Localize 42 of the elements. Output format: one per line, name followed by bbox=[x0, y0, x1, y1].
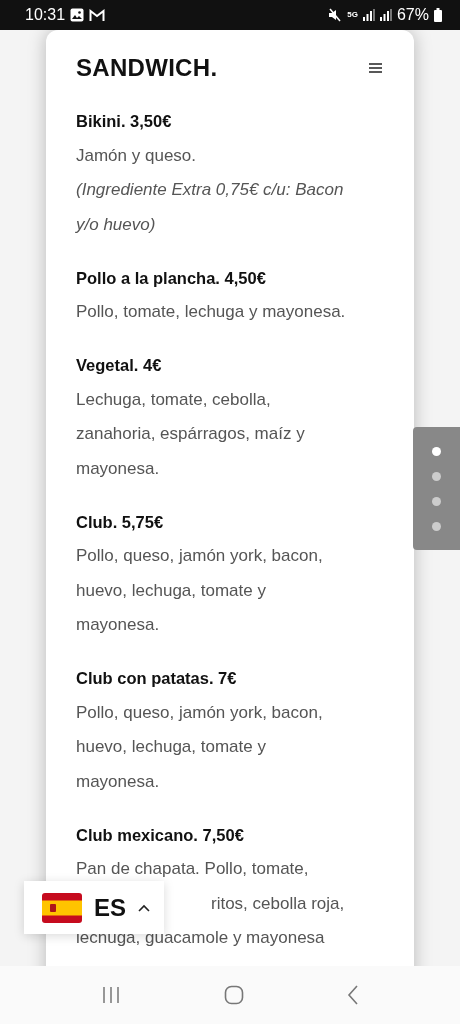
recent-apps-icon[interactable] bbox=[101, 986, 122, 1004]
home-icon[interactable] bbox=[224, 985, 244, 1005]
item-description: mayonesa. bbox=[76, 770, 160, 793]
caret-icon bbox=[138, 903, 150, 912]
item-title: Pollo a la plancha. 4,50€ bbox=[76, 267, 267, 289]
item-description: zanahoria, espárragos, maíz y bbox=[76, 423, 305, 445]
mute-icon bbox=[328, 8, 343, 22]
mail-icon bbox=[89, 8, 106, 22]
item-title: Bikini. 3,50€ bbox=[76, 111, 173, 132]
item-description: Pollo, queso, jamón york, bacon, bbox=[76, 701, 323, 724]
flag-icon bbox=[42, 892, 82, 923]
item-title: Club con patatas. 7€ bbox=[76, 668, 238, 689]
item-description: huevo, lechuga, tomate y bbox=[76, 579, 266, 602]
item-description: huevo, lechuga, tomate y bbox=[76, 736, 266, 758]
pager-dot[interactable] bbox=[432, 496, 441, 506]
item-description: Pollo, tomate, lechuga y mayonesa. bbox=[76, 301, 346, 323]
item-description: Pollo, queso, jamón york, bacon, bbox=[76, 545, 323, 567]
menu-icon[interactable] bbox=[369, 63, 382, 73]
pager-dot[interactable] bbox=[432, 471, 441, 481]
item-description: mayonesa. bbox=[76, 614, 160, 636]
back-icon[interactable] bbox=[346, 985, 359, 1005]
item-description: y/o huevo) bbox=[76, 213, 156, 236]
battery-percent: 67% bbox=[396, 6, 429, 24]
signal-icon bbox=[379, 9, 392, 21]
item-description: Pan de chapata. Pollo, tomate, bbox=[76, 858, 309, 880]
item-title: Club mexicano. 7,50€ bbox=[76, 824, 245, 846]
item-description: (Ingrediente Extra 0,75€ c/u: Bacon bbox=[76, 179, 344, 201]
item-title: Club. 5,75€ bbox=[76, 511, 165, 533]
battery-icon bbox=[434, 8, 442, 22]
network-type: 5G bbox=[347, 11, 358, 19]
language-selector[interactable]: ES bbox=[24, 881, 164, 934]
item-description: ritos, cebolla roja, bbox=[211, 892, 345, 915]
image-icon bbox=[70, 8, 85, 22]
pager-dot[interactable] bbox=[432, 521, 441, 531]
clock: 10:31 bbox=[25, 6, 66, 24]
item-title: Vegetal. 4€ bbox=[76, 355, 163, 376]
item-description: Lechuga, tomate, cebolla, bbox=[76, 388, 271, 411]
page-title: SANDWICH. bbox=[76, 54, 218, 82]
pager-dot[interactable] bbox=[432, 446, 441, 456]
signal-icon bbox=[362, 9, 375, 21]
item-description: mayonesa. bbox=[76, 457, 160, 480]
item-description: Jamón y queso. bbox=[76, 144, 196, 167]
